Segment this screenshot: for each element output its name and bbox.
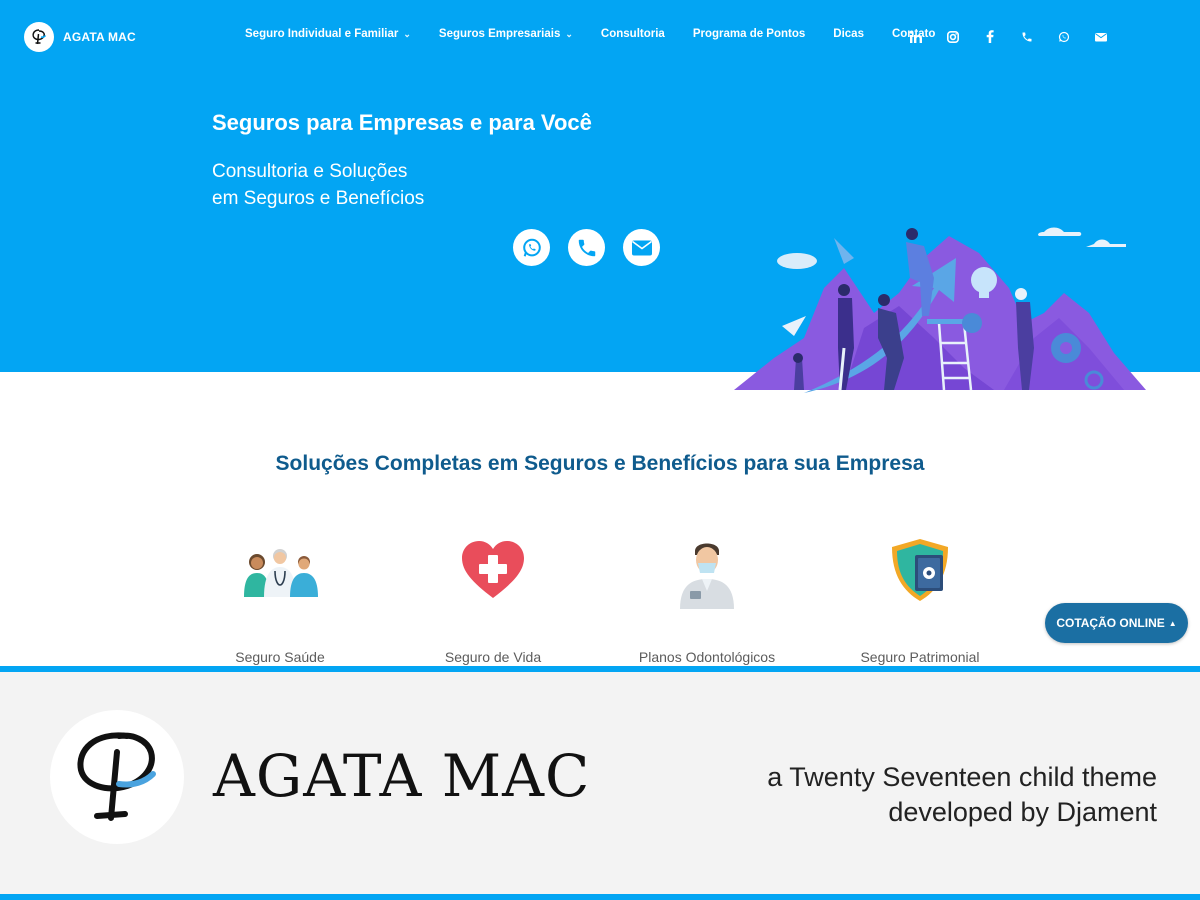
main-menu: Seguro Individual e Familiar ⌄ Seguros E… xyxy=(245,28,963,40)
nav-item-label: Dicas xyxy=(833,28,864,40)
hero-subtitle-line: Consultoria e Soluções xyxy=(212,161,408,182)
theme-credit: a Twenty Seventeen child theme developed… xyxy=(637,760,1157,830)
nav-item-label: Programa de Pontos xyxy=(692,28,806,40)
email-icon xyxy=(631,240,652,255)
card-seguro-patrimonial[interactable]: Seguro Patrimonial xyxy=(820,535,1020,665)
hero-subtitle: Consultoria e Soluções em Seguros e Bene… xyxy=(212,158,424,212)
brand[interactable]: AGATA MAC xyxy=(24,22,136,52)
nav-item-seguros-empresariais[interactable]: Seguros Empresariais ⌄ xyxy=(439,28,573,40)
card-label: Seguro Patrimonial xyxy=(860,649,980,665)
theme-credit-line: developed by Djament xyxy=(888,797,1157,827)
banner-brand-name: AGATA MAC xyxy=(213,742,591,810)
whatsapp-button[interactable] xyxy=(513,229,550,266)
caret-up-icon: ▲ xyxy=(1168,618,1177,628)
instagram-icon[interactable] xyxy=(943,27,962,46)
hero-title: Seguros para Empresas e para Você xyxy=(212,110,592,135)
chevron-down-icon: ⌄ xyxy=(565,28,573,39)
card-planos-odontologicos[interactable]: Planos Odontológicos xyxy=(607,535,807,665)
nav-item-consultoria[interactable]: Consultoria xyxy=(601,28,665,40)
whatsapp-icon xyxy=(522,238,541,257)
card-seguro-saude[interactable]: Seguro Saúde xyxy=(180,535,380,665)
nav-item-label: Consultoria xyxy=(600,28,665,40)
phone-icon[interactable] xyxy=(1017,27,1036,46)
theme-credit-line: a Twenty Seventeen child theme xyxy=(767,762,1157,792)
nav-item-dicas[interactable]: Dicas xyxy=(833,28,864,40)
phone-icon xyxy=(578,239,595,256)
social-links xyxy=(906,27,1110,46)
banner-bottom-rule xyxy=(0,894,1200,900)
brand-logo-icon xyxy=(24,22,54,52)
whatsapp-icon[interactable] xyxy=(1054,27,1073,46)
card-label: Seguro Saúde xyxy=(235,649,325,665)
dentist-icon xyxy=(680,543,734,609)
facebook-icon[interactable] xyxy=(980,27,999,46)
business-growth-illustration xyxy=(734,227,1146,393)
page: AGATA MAC Seguro Individual e Familiar ⌄… xyxy=(0,0,1200,900)
nav-item-seguro-individual[interactable]: Seguro Individual e Familiar ⌄ xyxy=(245,28,411,40)
card-label: Seguro de Vida xyxy=(444,649,542,665)
nav-item-programa-de-pontos[interactable]: Programa de Pontos xyxy=(693,28,805,40)
hero-contact-actions xyxy=(513,229,660,266)
heart-plus-icon xyxy=(462,541,524,598)
solutions-title: Soluções Completas em Seguros e Benefíci… xyxy=(275,452,925,475)
online-quote-button[interactable]: COTAÇÃO ONLINE ▲ xyxy=(1045,603,1188,643)
nav-item-label: Seguros Empresariais xyxy=(438,28,561,40)
hero-subtitle-line: em Seguros e Benefícios xyxy=(212,188,425,209)
card-seguro-de-vida[interactable]: Seguro de Vida xyxy=(393,535,593,665)
brand-name: AGATA MAC xyxy=(63,30,136,44)
theme-banner: AGATA MAC a Twenty Seventeen child theme… xyxy=(0,672,1200,894)
online-quote-label: COTAÇÃO ONLINE xyxy=(1056,616,1165,630)
agata-mac-logo-icon xyxy=(50,710,184,844)
solutions-cards: Seguro Saúde Seguro de Vida Planos Odont… xyxy=(0,535,1200,670)
email-button[interactable] xyxy=(623,229,660,266)
nav-item-label: Seguro Individual e Familiar xyxy=(245,28,399,40)
chevron-down-icon: ⌄ xyxy=(403,28,411,39)
phone-button[interactable] xyxy=(568,229,605,266)
card-label: Planos Odontológicos xyxy=(638,649,776,665)
email-icon[interactable] xyxy=(1091,27,1110,46)
linkedin-icon[interactable] xyxy=(906,27,925,46)
doctors-icon xyxy=(244,549,318,597)
hero-section: AGATA MAC Seguro Individual e Familiar ⌄… xyxy=(0,0,1200,393)
top-navigation: AGATA MAC Seguro Individual e Familiar ⌄… xyxy=(0,0,1200,74)
shield-safe-icon xyxy=(892,539,948,601)
